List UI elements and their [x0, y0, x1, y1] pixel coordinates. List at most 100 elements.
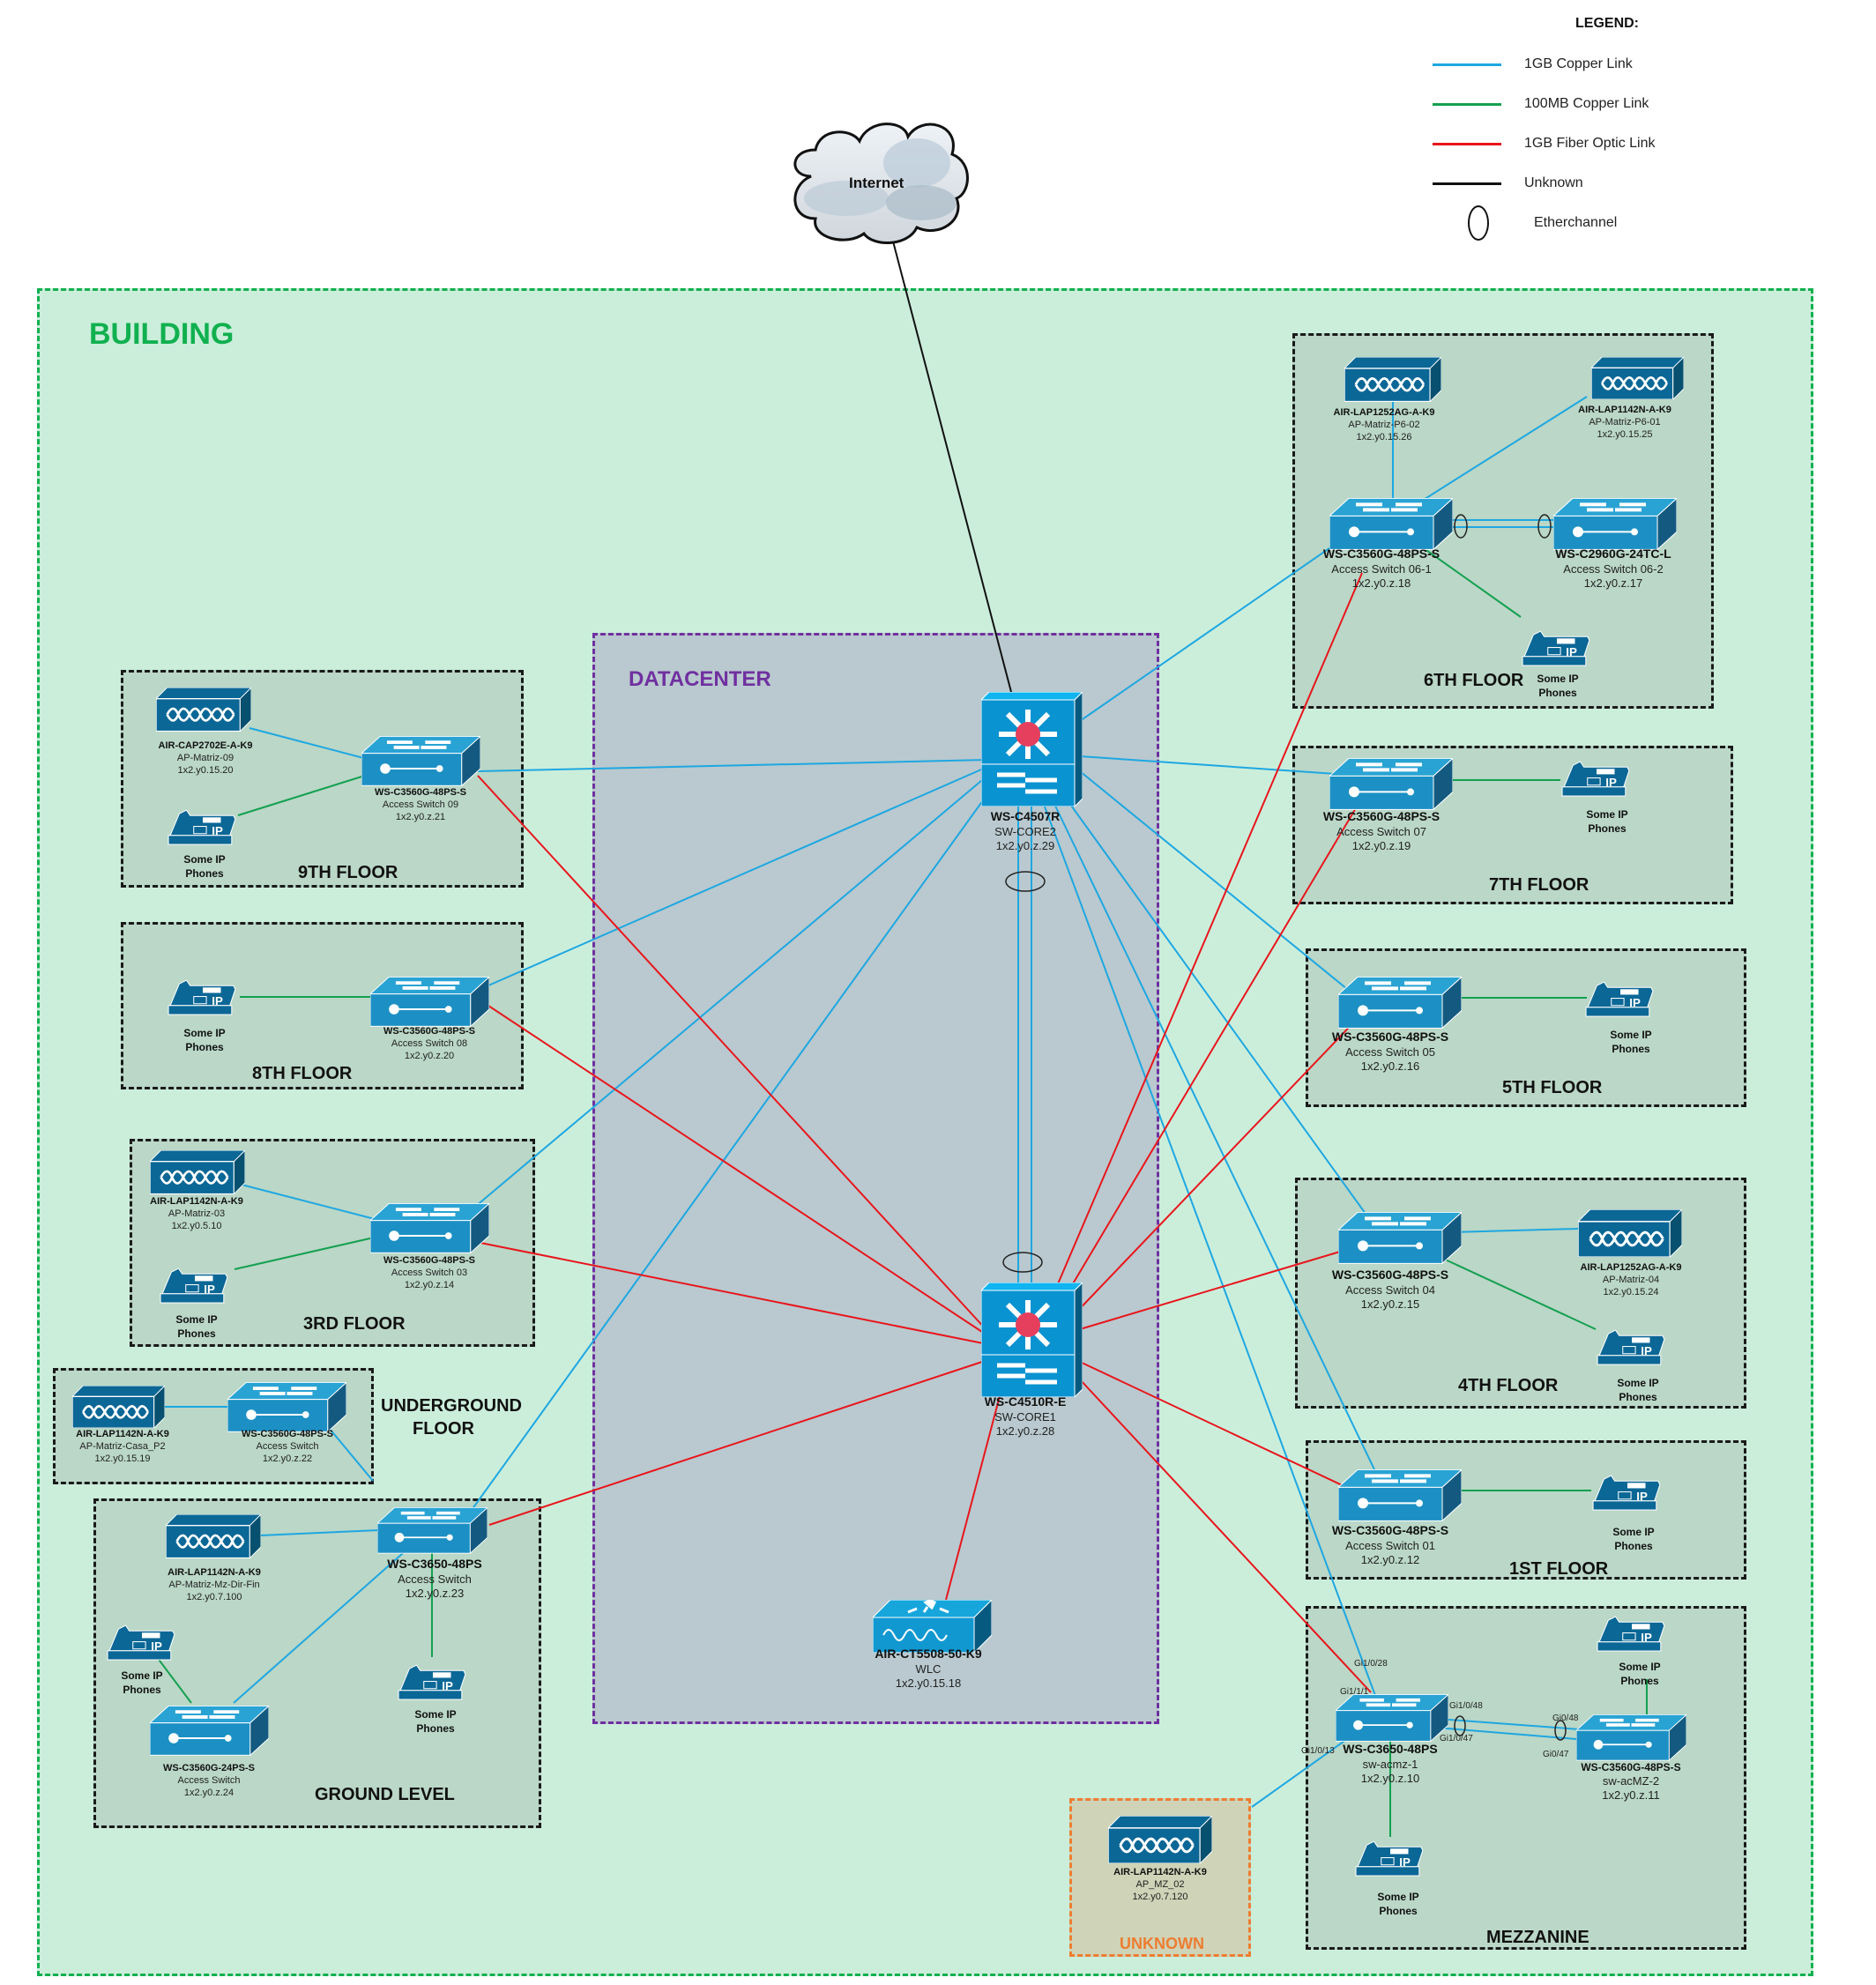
device-ip: 1x2.y0.15.20 — [177, 764, 234, 776]
switch-icon[interactable] — [368, 1202, 491, 1258]
device-model: WS-C3560G-48PS-S — [1322, 546, 1440, 561]
ip-phone-icon[interactable]: IP — [159, 1265, 231, 1309]
ip-phone-icon[interactable]: IP — [1354, 1838, 1426, 1882]
switch-icon[interactable] — [1334, 1693, 1450, 1746]
device-ip: 1x2.y0.z.19 — [1351, 838, 1411, 852]
device-ip: 1x2.y0.15.25 — [1597, 428, 1653, 440]
access-point-icon[interactable] — [1343, 355, 1443, 406]
device-model: WS-C3560G-48PS-S — [242, 1429, 333, 1439]
svg-text:IP: IP — [1605, 776, 1617, 789]
access-point-icon[interactable] — [1106, 1814, 1214, 1868]
wlc-label: AIR-CT5508-50-K9 WLC 1x2.y0.15.18 — [875, 1647, 981, 1691]
device-model: AIR-LAP1252AG-A-K9 — [1580, 1262, 1682, 1273]
sw-gl-24-label: WS-C3560G-24PS-S Access Switch 1x2.y0.z.… — [163, 1763, 255, 1799]
sw-gl-3650-label: WS-C3650-48PS Access Switch 1x2.y0.z.23 — [387, 1557, 481, 1601]
device-hostname: Access Switch 06-2 — [1563, 561, 1664, 576]
ip-phone-icon[interactable]: IP — [106, 1622, 178, 1666]
link-core1-to-sw08 — [480, 1000, 988, 1336]
svg-text:IP: IP — [212, 994, 223, 1007]
link-core2-to-sw07 — [1079, 755, 1336, 775]
switch-icon[interactable] — [360, 735, 482, 791]
link-core2-to-sw01 — [1053, 801, 1385, 1491]
core1-label: WS-C4510R-E SW-CORE1 1x2.y0.z.28 — [985, 1394, 1067, 1439]
switch-icon[interactable] — [1336, 1468, 1463, 1526]
internet-label: Internet — [849, 175, 904, 191]
port-label: Gi1/0/13 — [1301, 1746, 1335, 1756]
port-label: Gi1/1/1 — [1340, 1687, 1369, 1697]
port-label: Gi0/47 — [1543, 1750, 1569, 1759]
svg-text:IP: IP — [1399, 1855, 1411, 1869]
ap-09-label: AIR-CAP2702E-A-K9 AP-Matriz-09 1x2.y0.15… — [159, 740, 253, 777]
device-model: AIR-CT5508-50-K9 — [875, 1647, 982, 1661]
switch-icon[interactable] — [1328, 757, 1455, 814]
port-label: Gi0/48 — [1552, 1714, 1579, 1723]
device-ip: 1x2.y0.z.12 — [1360, 1552, 1420, 1566]
link-core2-to-sw08 — [480, 766, 988, 990]
link-phones-to-sw09 — [237, 773, 371, 816]
device-model: WS-C3560G-48PS-S — [375, 787, 466, 798]
access-point-icon[interactable] — [1576, 1208, 1684, 1261]
sw-acmz-2-label: WS-C3560G-48PS-S sw-acMZ-2 1x2.y0.z.11 — [1581, 1761, 1680, 1803]
device-ip: 1x2.y0.z.29 — [995, 838, 1055, 852]
svg-text:IP: IP — [1641, 1344, 1652, 1357]
switch-icon[interactable] — [1336, 1211, 1463, 1268]
device-ip: 1x2.y0.7.120 — [1132, 1891, 1188, 1902]
switch-icon[interactable] — [148, 1705, 271, 1760]
core-switch-icon[interactable] — [979, 690, 1084, 811]
device-model: WS-C2960G-24TC-L — [1555, 546, 1671, 561]
sw-07-label: WS-C3560G-48PS-S Access Switch 07 1x2.y0… — [1323, 809, 1440, 853]
access-point-icon[interactable] — [71, 1385, 167, 1432]
switch-icon[interactable] — [368, 976, 491, 1031]
ip-phone-icon[interactable]: IP — [1521, 628, 1593, 672]
link-apmzdirfin-to-gl3650 — [259, 1529, 380, 1536]
device-hostname: Access Switch 03 — [391, 1267, 468, 1278]
device-ip: 1x2.y0.z.17 — [1583, 576, 1643, 590]
device-hostname: Access Switch — [256, 1440, 319, 1452]
switch-icon[interactable] — [1574, 1714, 1688, 1766]
access-point-icon[interactable] — [164, 1513, 263, 1563]
ip-phone-icon[interactable]: IP — [1596, 1613, 1668, 1657]
ip-phone-icon[interactable]: IP — [397, 1662, 469, 1706]
switch-icon[interactable] — [376, 1506, 489, 1558]
ip-phone-icon[interactable]: IP — [1591, 1472, 1664, 1516]
access-point-icon[interactable] — [148, 1149, 247, 1199]
device-model: WS-C3650-48PS — [1343, 1742, 1438, 1756]
ip-phone-icon[interactable]: IP — [1596, 1327, 1668, 1371]
ip-phone-icon[interactable]: IP — [1560, 758, 1633, 802]
device-hostname: AP_MZ_02 — [1135, 1878, 1185, 1890]
device-hostname: sw-acmz-1 — [1362, 1757, 1418, 1771]
link-core1-to-gl3650 — [488, 1359, 988, 1526]
sw-08-label: WS-C3560G-48PS-S Access Switch 08 1x2.y0… — [383, 1026, 475, 1062]
ap-mz-dir-fin-label: AIR-LAP1142N-A-K9 AP-Matriz-Mz-Dir-Fin 1… — [168, 1567, 261, 1603]
ap-04-label: AIR-LAP1252AG-A-K9 AP-Matriz-04 1x2.y0.1… — [1581, 1262, 1682, 1298]
switch-icon[interactable] — [1336, 976, 1463, 1033]
device-ip: 1x2.y0.z.16 — [1360, 1059, 1420, 1073]
link-core1-to-acmz1 — [1079, 1379, 1372, 1693]
device-ip: 1x2.y0.15.24 — [1603, 1286, 1659, 1297]
ip-phone-icon[interactable]: IP — [167, 807, 239, 851]
core-switch-icon[interactable] — [979, 1281, 1084, 1401]
link-core1-to-sw03 — [480, 1242, 988, 1345]
ip-phone-icon[interactable]: IP — [1584, 978, 1656, 1022]
link-core2-to-sw05 — [1079, 770, 1348, 990]
device-model: AIR-LAP1142N-A-K9 — [1113, 1867, 1207, 1877]
device-ip: 1x2.y0.z.15 — [1360, 1297, 1420, 1311]
device-hostname: WLC — [915, 1662, 942, 1676]
sw-09-label: WS-C3560G-48PS-S Access Switch 09 1x2.y0… — [375, 787, 466, 823]
ip-phone-icon[interactable]: IP — [167, 977, 239, 1021]
device-ip: 1x2.y0.15.19 — [94, 1453, 151, 1464]
svg-text:IP: IP — [151, 1639, 162, 1653]
device-hostname: Access Switch 05 — [1345, 1045, 1435, 1059]
ap-casa-p2-label: AIR-LAP1142N-A-K9 AP-Matriz-Casa_P2 1x2.… — [76, 1429, 169, 1465]
device-hostname: AP-Matriz-09 — [176, 752, 234, 763]
device-ip: 1x2.y0.5.10 — [171, 1220, 222, 1231]
etherchannel-icon — [1454, 1715, 1466, 1736]
device-model: AIR-LAP1142N-A-K9 — [168, 1567, 261, 1578]
access-point-icon[interactable] — [1589, 356, 1686, 404]
access-point-icon[interactable] — [154, 686, 253, 736]
link-core2-to-gl3650 — [466, 784, 995, 1517]
link-ap09-to-sw09 — [249, 727, 371, 761]
phone-label: Some IP Phones — [1612, 1526, 1655, 1553]
etherchannel-icon — [1005, 871, 1046, 892]
link-ap03-to-sw03 — [241, 1184, 376, 1220]
